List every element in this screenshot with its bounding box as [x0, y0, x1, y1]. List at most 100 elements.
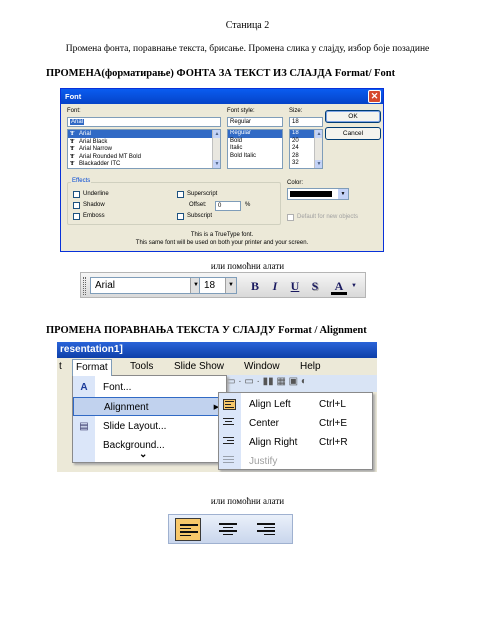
font-item[interactable]: Ŧ Blackadder ITC [68, 160, 220, 168]
subscript-label: Subscript [187, 213, 213, 219]
font-dialog: Font ✕ Font: Arial Ŧ Arial Ŧ Arial Black Ŧ… [60, 88, 384, 252]
bold-button[interactable]: B [247, 278, 263, 294]
underline-button[interactable]: U [287, 278, 303, 294]
font-list-scrollbar[interactable]: ▲ ▼ [212, 130, 220, 168]
superscript-label: Superscript [187, 191, 218, 197]
heading-align: ПРОМЕНА ПОРАВНАЊА ТЕКСТА У СЛАЈДУ Format… [46, 325, 367, 336]
style-list[interactable]: Regular Bold Italic Bold Italic [227, 129, 283, 169]
font-list[interactable]: Ŧ Arial Ŧ Arial Black Ŧ Arial Narrow Ŧ Arial… [67, 129, 221, 169]
size-combo[interactable]: 18 ▼ [199, 277, 237, 294]
size-list[interactable]: 18 20 24 28 32 ▲ ▼ [289, 129, 323, 169]
font-item[interactable]: Ŧ Arial Narrow [68, 145, 220, 153]
align-center-icon [219, 523, 237, 537]
menu-tools[interactable]: Tools [130, 359, 153, 375]
emboss-checkbox[interactable] [73, 213, 80, 220]
default-label: Default for new objects [297, 214, 359, 220]
font-item[interactable]: Ŧ Arial [68, 130, 220, 138]
align-left-icon [180, 524, 198, 538]
shadow-label: Shadow [83, 202, 105, 208]
menu-help[interactable]: Help [300, 359, 321, 375]
size-label: Size: [289, 108, 303, 114]
close-icon[interactable]: ✕ [368, 90, 381, 103]
menu-window[interactable]: Window [244, 359, 280, 375]
style-item[interactable]: Bold [228, 138, 282, 146]
menu-edit-partial[interactable]: t [59, 359, 62, 375]
truetype-icon: Ŧ [70, 160, 75, 167]
color-swatch [290, 191, 332, 197]
superscript-checkbox[interactable] [177, 191, 184, 198]
effects-label: Effects [71, 178, 92, 184]
menu-expand[interactable]: ⌄ [73, 450, 226, 462]
default-checkbox[interactable] [287, 214, 294, 221]
menu-item-font[interactable]: A Font... [73, 378, 226, 397]
color-label: Color: [287, 180, 304, 186]
underline-checkbox[interactable] [73, 191, 80, 198]
truetype-icon: Ŧ [70, 137, 75, 145]
chevron-down-icon[interactable]: ▼ [349, 278, 359, 294]
toolbar-icons[interactable]: ▭ · ▭ · ▮▮ ▦ ▣ ◐ [226, 376, 307, 387]
format-menu-screenshot: resentation1] t Format Tools Slide Show … [57, 342, 377, 472]
subscript-checkbox[interactable] [177, 213, 184, 220]
align-center-button[interactable] [215, 518, 241, 541]
align-center-icon [223, 418, 236, 429]
caption-tools-2: или помоћни алати [210, 496, 285, 506]
window-title: resentation1] [57, 342, 377, 358]
font-toolbar: Arial ▼ 18 ▼ B I U S A ▼ [80, 272, 366, 298]
font-icon: A [80, 382, 88, 393]
chevron-down-icon[interactable]: ▼ [338, 189, 348, 199]
menu-item-align-right[interactable]: Align Right Ctrl+R [219, 433, 372, 452]
alignment-toolbar [168, 514, 293, 544]
shadow-button[interactable]: S [307, 278, 323, 294]
menu-item-align-left[interactable]: Align Left Ctrl+L [219, 395, 372, 414]
alignment-submenu: Align Left Ctrl+L Center Ctrl+E Align Ri… [218, 392, 373, 470]
scroll-up-icon[interactable]: ▲ [315, 130, 322, 138]
font-label: Font: [67, 108, 81, 114]
menu-slide-show[interactable]: Slide Show [174, 359, 224, 375]
cancel-button[interactable]: Cancel [325, 127, 381, 140]
ok-button[interactable]: OK [325, 110, 381, 123]
scroll-down-icon[interactable]: ▼ [315, 160, 322, 168]
heading-font: ПРОМЕНА(форматирање) ФОНТА ЗА ТЕКСТ ИЗ С… [46, 68, 396, 79]
align-right-icon [223, 437, 236, 448]
size-list-scrollbar[interactable]: ▲ ▼ [314, 130, 322, 168]
style-item[interactable]: Italic [228, 145, 282, 153]
truetype-icon: Ŧ [70, 152, 75, 160]
dialog-title: Font [65, 92, 82, 101]
toolbar-grip[interactable] [83, 277, 86, 295]
truetype-icon: Ŧ [70, 130, 75, 137]
style-label: Font style: [227, 108, 255, 114]
size-input[interactable]: 18 [289, 117, 323, 127]
menu-item-center[interactable]: Center Ctrl+E [219, 414, 372, 433]
slide-layout-icon: ▤ [79, 421, 89, 432]
font-item[interactable]: Ŧ Arial Black [68, 138, 220, 146]
font-info: This is a TrueType font. This same font … [135, 232, 309, 246]
style-item[interactable]: Bold Italic [228, 153, 282, 161]
caption-tools-1: или помоћни алати [210, 261, 285, 271]
menu-item-justify[interactable]: Justify [219, 452, 372, 471]
italic-button[interactable]: I [267, 278, 283, 294]
font-item[interactable]: Ŧ Arial Rounded MT Bold [68, 153, 220, 161]
chevron-down-icon[interactable]: ▼ [225, 278, 236, 293]
font-combo[interactable]: Arial ▼ [90, 277, 202, 294]
expand-icon: ⌄ [139, 449, 148, 460]
style-input[interactable]: Regular [227, 117, 283, 127]
font-input-value: Arial [70, 119, 85, 125]
emboss-label: Emboss [83, 213, 105, 219]
menu-format[interactable]: Format [72, 359, 112, 376]
align-right-button[interactable] [253, 518, 279, 541]
offset-input[interactable]: 0 [215, 201, 241, 211]
scroll-up-icon[interactable]: ▲ [213, 130, 220, 138]
style-item[interactable]: Regular [228, 130, 282, 138]
shadow-checkbox[interactable] [73, 202, 80, 209]
menu-item-slide-layout[interactable]: ▤ Slide Layout... [73, 417, 226, 436]
font-input[interactable]: Arial [67, 117, 221, 127]
menu-item-alignment[interactable]: Alignment ▶ [73, 397, 226, 416]
offset-unit: % [245, 202, 251, 208]
scroll-down-icon[interactable]: ▼ [213, 160, 220, 168]
format-menu: A Font... Alignment ▶ ▤ Slide Layout... … [72, 375, 227, 463]
font-color-button[interactable]: A [331, 278, 347, 295]
align-left-button[interactable] [175, 518, 201, 541]
color-picker[interactable]: ▼ [287, 188, 349, 200]
justify-icon [223, 456, 236, 467]
standard-toolbar: ▭ · ▭ · ▮▮ ▦ ▣ ◐ [212, 375, 377, 392]
